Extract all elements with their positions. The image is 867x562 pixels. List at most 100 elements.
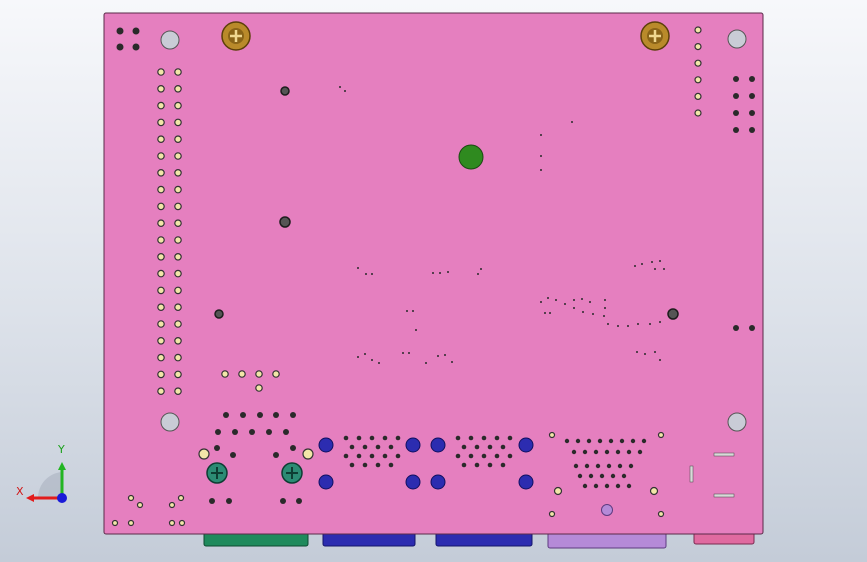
audio-pad: [280, 498, 286, 504]
usb-pin: [474, 462, 480, 468]
audio-pad: [296, 498, 302, 504]
vga-screw: [553, 486, 563, 496]
via: [582, 311, 584, 313]
mount-pad: [168, 519, 176, 527]
via: [659, 260, 661, 262]
vga-pin: [615, 449, 621, 455]
corner-pad: [132, 43, 140, 51]
header-pin: [157, 236, 165, 244]
vga-pin: [626, 483, 632, 489]
vga-pin: [582, 483, 588, 489]
blue-pin: [518, 437, 534, 453]
via: [592, 313, 594, 315]
vga-pin: [564, 438, 570, 444]
via: [564, 303, 566, 305]
via: [344, 90, 346, 92]
usb-pin: [388, 444, 394, 450]
vga-pin: [597, 438, 603, 444]
vga-pin: [571, 449, 577, 455]
usb-pin: [494, 435, 500, 441]
header-pin: [174, 68, 182, 76]
via: [425, 362, 427, 364]
axis-triad: [26, 462, 67, 503]
header-pin: [157, 118, 165, 127]
via: [636, 351, 638, 353]
grid-pad: [733, 76, 739, 82]
header-pin: [174, 303, 182, 312]
audio-pad: [257, 412, 263, 418]
via: [364, 353, 366, 355]
cad-viewport[interactable]: X Y: [0, 0, 867, 562]
audio-pad: [255, 370, 263, 378]
header-pin: [174, 286, 182, 295]
vga-pin: [593, 483, 599, 489]
audio-pad: [249, 429, 255, 435]
header-pin: [694, 109, 702, 117]
audio-pad: [232, 429, 238, 435]
usb-pin: [343, 435, 349, 441]
audio-pad: [283, 429, 289, 435]
via: [402, 352, 404, 354]
green-pad: [458, 144, 484, 170]
header-pin: [157, 286, 165, 295]
usb-pin: [395, 435, 401, 441]
vga-pin: [621, 473, 627, 479]
pcb-board-view[interactable]: [0, 0, 867, 562]
vga-mount: [657, 431, 665, 439]
via: [339, 86, 341, 88]
via: [589, 301, 591, 303]
via: [654, 351, 656, 353]
vga-pin: [575, 438, 581, 444]
usb-pin: [487, 462, 493, 468]
axis-y-label: Y: [58, 443, 65, 456]
audio-pad: [255, 384, 263, 392]
audio-pad: [230, 452, 236, 458]
standoff-screw-right-icon: [640, 21, 670, 51]
vga-pin: [615, 483, 621, 489]
usb-pin: [455, 453, 461, 459]
audio-pad-large: [302, 448, 314, 460]
via: [651, 261, 653, 263]
blue-pin: [318, 474, 334, 490]
header-pin: [694, 26, 702, 34]
header-pin: [174, 185, 182, 194]
usb-pin: [382, 435, 388, 441]
header-pin: [157, 387, 165, 396]
vga-pin: [586, 438, 592, 444]
vga-mount: [548, 510, 556, 518]
via: [607, 323, 609, 325]
usb-pin: [356, 435, 362, 441]
header-pin: [157, 185, 165, 194]
via: [447, 271, 449, 273]
header-pin: [174, 320, 182, 328]
header-pin: [694, 42, 702, 51]
via: [581, 298, 583, 300]
grid-pad: [733, 110, 739, 116]
via: [371, 359, 373, 361]
via: [415, 329, 417, 331]
via: [659, 359, 661, 361]
usb-pin: [481, 435, 487, 441]
vga-pin: [582, 449, 588, 455]
audio-pad: [223, 412, 229, 418]
via: [555, 299, 557, 301]
usb-pin: [461, 444, 467, 450]
header-pin: [157, 202, 165, 211]
usb-pin: [455, 435, 461, 441]
via: [378, 362, 380, 364]
usb-pin: [369, 435, 375, 441]
mount-pad: [178, 519, 186, 527]
vga-pin: [593, 449, 599, 455]
blue-pin: [430, 437, 446, 453]
mount-pad: [177, 494, 185, 502]
header-pin: [157, 269, 165, 278]
vga-pin: [604, 483, 610, 489]
via: [663, 268, 665, 270]
vga-pin: [599, 473, 605, 479]
via: [649, 323, 651, 325]
via: [408, 352, 410, 354]
via: [627, 325, 629, 327]
via: [617, 325, 619, 327]
via: [406, 310, 408, 312]
usb-pin: [362, 444, 368, 450]
